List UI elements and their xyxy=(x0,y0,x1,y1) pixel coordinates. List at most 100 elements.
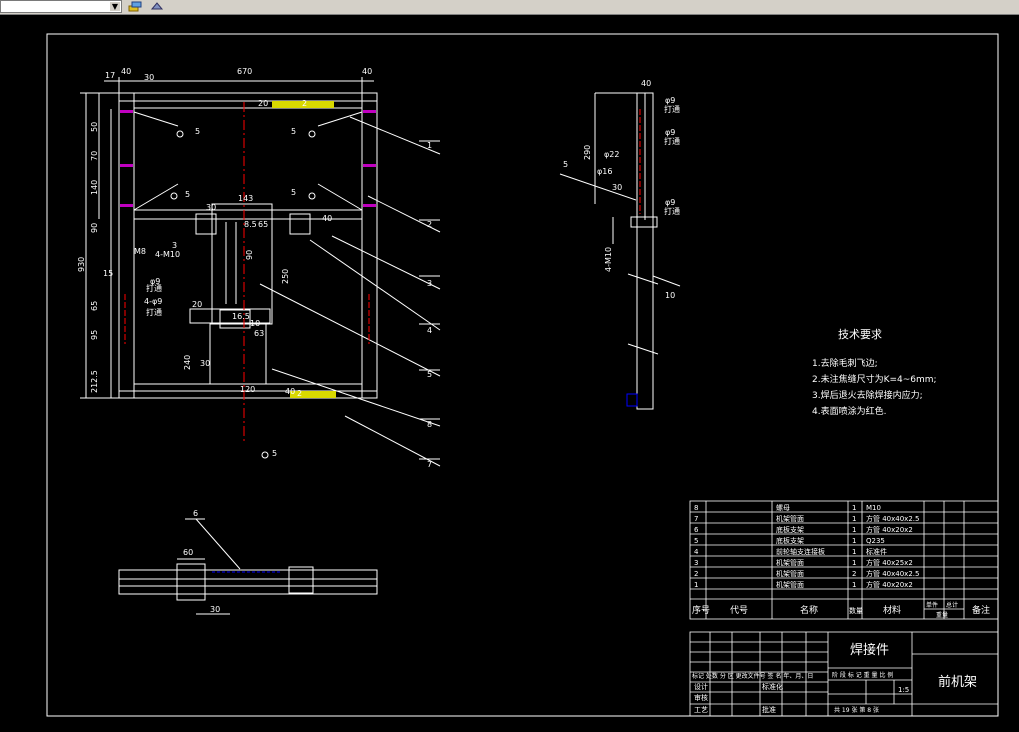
hole-note: φ9 xyxy=(665,198,675,207)
dim-text: 4-M10 xyxy=(604,247,613,272)
hole-note: φ9 xyxy=(665,96,675,105)
hole-note: 打通 xyxy=(664,104,680,114)
tech-requirement-item: 3.焊后退火去除焊接内应力; xyxy=(812,389,923,401)
dim-text: 70 xyxy=(90,151,99,161)
tech-requirement-item: 2.未注焦缝尺寸为K=4~6mm; xyxy=(812,373,937,385)
dim-text: 3 xyxy=(172,241,177,250)
part-name: 焊接件 xyxy=(850,642,889,658)
bom-name: 底板支架 xyxy=(776,525,804,534)
bom-name: 底板支架 xyxy=(776,536,804,545)
callout-number: 8 xyxy=(427,420,432,429)
hole-note: 4-φ9 xyxy=(144,297,162,306)
bottom-view xyxy=(118,518,378,615)
bom-name: 螺母 xyxy=(776,503,790,512)
layer-combo[interactable]: ▼ xyxy=(0,0,122,13)
bom-no: 5 xyxy=(694,537,698,545)
dim-text: M8 xyxy=(134,247,146,256)
bom-qty: 2 xyxy=(852,570,856,578)
bom-no: 4 xyxy=(694,548,699,556)
scale-value: 1:5 xyxy=(898,686,909,694)
bom-qty: 1 xyxy=(852,559,856,567)
dim-text: 16.5 xyxy=(232,312,250,321)
bom-rows: 8 螺母 1 M10 7 机架管面 1 方管 40x40x2.5 6 底板支架 … xyxy=(694,503,919,589)
dim-text: 30 xyxy=(206,203,216,212)
bom-no: 7 xyxy=(694,515,698,523)
dim-text: 250 xyxy=(281,269,290,284)
stage-labels: 阶 段 标 记 重 量 比 例 xyxy=(832,671,893,679)
bom-material: 方管 40x40x2.5 xyxy=(866,569,919,578)
hole-markers xyxy=(120,110,376,207)
bom-qty: 1 xyxy=(852,515,856,523)
hole-note: 打通 xyxy=(146,283,162,293)
bom-header-weight: 重量 xyxy=(936,611,948,619)
callout-number: 7 xyxy=(427,460,432,469)
bom-header-unit: 单件 xyxy=(926,601,938,609)
tech-requirement-item: 1.去除毛刺飞边; xyxy=(812,357,878,369)
bom-no: 2 xyxy=(694,570,698,578)
bom-name: 机架管面 xyxy=(776,580,804,589)
front-view xyxy=(80,77,441,467)
drawing-canvas[interactable]: 17 40 30 670 40 20 2 50 70 140 90 930 15… xyxy=(0,14,1019,732)
dim-text: 63 xyxy=(254,329,264,338)
dim-text: 670 xyxy=(237,67,252,76)
dim-text: 240 xyxy=(183,355,192,370)
bom-no: 3 xyxy=(694,559,698,567)
bom-qty: 1 xyxy=(852,548,856,556)
bom-material: 方管 40x40x2.5 xyxy=(866,514,919,523)
bom-material: 方管 40x25x2 xyxy=(866,558,913,567)
callout-number: 4 xyxy=(427,326,432,335)
dim-text: 17 xyxy=(105,71,115,80)
dim-text: φ22 xyxy=(604,150,619,159)
dim-text: 95 xyxy=(90,330,99,340)
dim-text: 143 xyxy=(238,194,253,203)
layer-previous-icon[interactable] xyxy=(150,0,164,12)
bom-material: 标准件 xyxy=(866,547,887,556)
dim-text: 20 xyxy=(258,99,268,108)
chevron-down-icon[interactable]: ▼ xyxy=(110,2,120,11)
dim-text: 65 xyxy=(90,301,99,311)
dim-text: 40 xyxy=(362,67,372,76)
callout-number: 3 xyxy=(427,279,432,288)
weld-mark: 5 xyxy=(272,449,277,458)
dim-text: 40 xyxy=(285,387,295,396)
layer-states-icon[interactable] xyxy=(128,0,142,12)
tech-requirements: 技术要求 1.去除毛刺飞边; 2.未注焦缝尺寸为K=4~6mm; 3.焊后退火去… xyxy=(812,328,937,417)
approval-label: 批准 xyxy=(762,705,776,714)
hole-note: 打通 xyxy=(664,136,680,146)
bom-material: M10 xyxy=(866,504,881,512)
hole-note: 打通 xyxy=(146,307,162,317)
dim-text: 930 xyxy=(77,257,86,272)
weld-mark: 5 xyxy=(563,160,568,169)
tech-requirement-item: 4.表面喷涂为红色. xyxy=(812,405,886,417)
dim-text: φ16 xyxy=(597,167,612,176)
designer-label: 设计 xyxy=(694,682,708,691)
weld-mark: 5 xyxy=(185,190,190,199)
dim-text: 30 xyxy=(144,73,154,82)
dim-text: 8.5 xyxy=(244,220,257,229)
dim-text: 2 xyxy=(302,99,307,108)
bom-header-material: 材料 xyxy=(883,604,901,616)
bom-header-name: 名称 xyxy=(800,604,818,616)
dim-text: 20 xyxy=(192,300,202,309)
dim-text: 10 xyxy=(250,319,260,328)
tech-requirements-title: 技术要求 xyxy=(838,328,882,341)
bom-qty: 1 xyxy=(852,526,856,534)
bom-header-no: 序号 xyxy=(692,604,710,616)
callout-number: 1 xyxy=(427,141,432,150)
side-view xyxy=(559,92,681,410)
revision-labels: 标记 处数 分 区 更改文件号 签 名 年、月、日 xyxy=(692,672,813,680)
bom-name: 机架管面 xyxy=(776,514,804,523)
drawing-title: 前机架 xyxy=(938,674,977,690)
bom-header-qty: 数量 xyxy=(849,606,863,615)
dim-text: 40 xyxy=(641,79,651,88)
standardization-label: 标准化 xyxy=(762,682,783,691)
dim-text: 30 xyxy=(200,359,210,368)
bom-header-code: 代号 xyxy=(730,605,748,616)
callout-number: 2 xyxy=(427,220,432,229)
bom-header-remarks: 备注 xyxy=(972,604,990,616)
bom-material: Q235 xyxy=(866,537,885,545)
process-label: 工艺 xyxy=(694,706,708,714)
bom-header: 序号 代号 名称 数量 材料 单件 总计 重量 备注 xyxy=(692,601,990,619)
bom-header-total: 总计 xyxy=(946,601,958,609)
dim-text: 90 xyxy=(245,250,254,260)
